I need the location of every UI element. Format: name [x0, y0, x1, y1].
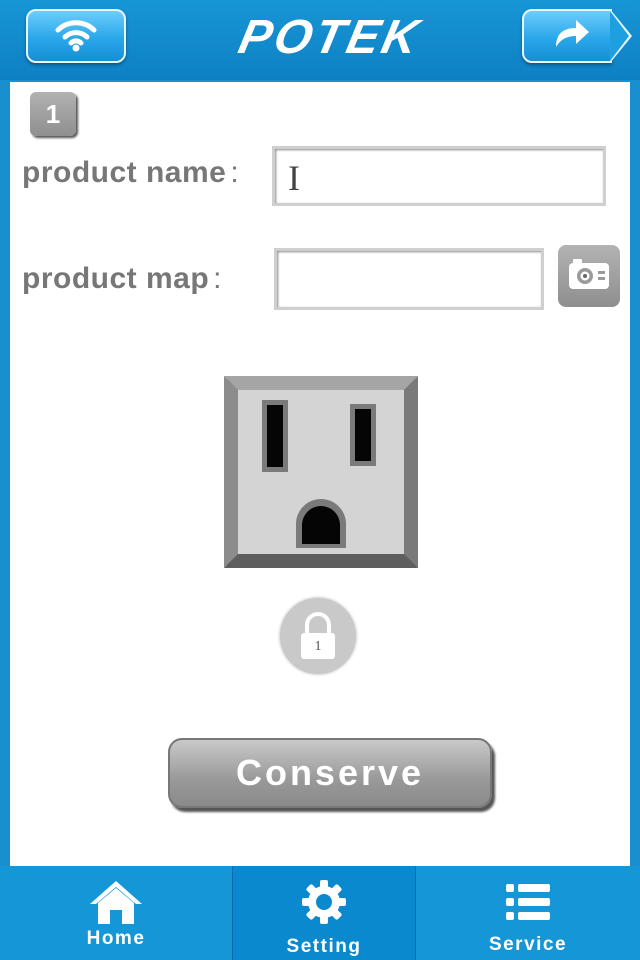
lock-button[interactable]: 1 — [280, 598, 356, 674]
product-name-label: product name: — [22, 156, 239, 190]
list-icon — [504, 876, 552, 928]
product-name-field[interactable]: I — [272, 146, 606, 206]
camera-button[interactable] — [558, 245, 620, 307]
bottom-tab-bar: Home Setting Service — [0, 866, 640, 960]
wifi-button[interactable] — [26, 9, 126, 63]
product-map-field[interactable] — [274, 248, 544, 310]
gear-icon — [300, 876, 348, 928]
share-button[interactable] — [522, 9, 632, 63]
share-arrow-icon — [552, 17, 592, 56]
product-name-separator: : — [230, 156, 240, 189]
conserve-button[interactable]: Conserve — [168, 738, 492, 808]
text-cursor-icon: I — [288, 158, 300, 198]
wifi-icon — [54, 16, 98, 57]
camera-icon — [567, 257, 611, 296]
product-name-label-text: product name — [22, 156, 227, 189]
lock-number: 1 — [314, 639, 322, 654]
product-map-label-text: product map — [22, 262, 210, 295]
tab-home[interactable]: Home — [0, 866, 232, 960]
tab-service[interactable]: Service — [416, 866, 640, 960]
brand-logo: POTEK — [234, 11, 426, 64]
product-map-separator: : — [213, 262, 223, 295]
product-map-label: product map: — [22, 262, 222, 296]
slot-number-badge[interactable]: 1 — [30, 92, 76, 136]
tab-home-label: Home — [86, 928, 146, 949]
tab-setting[interactable]: Setting — [232, 866, 416, 960]
padlock-icon: 1 — [298, 611, 338, 661]
top-bar: POTEK — [0, 0, 640, 80]
outlet-icon[interactable] — [224, 376, 418, 568]
settings-panel: 1 product name: I product map: 1 Conserv… — [10, 82, 630, 866]
tab-service-label: Service — [488, 934, 568, 955]
home-icon — [87, 876, 145, 928]
tab-setting-label: Setting — [286, 936, 362, 957]
